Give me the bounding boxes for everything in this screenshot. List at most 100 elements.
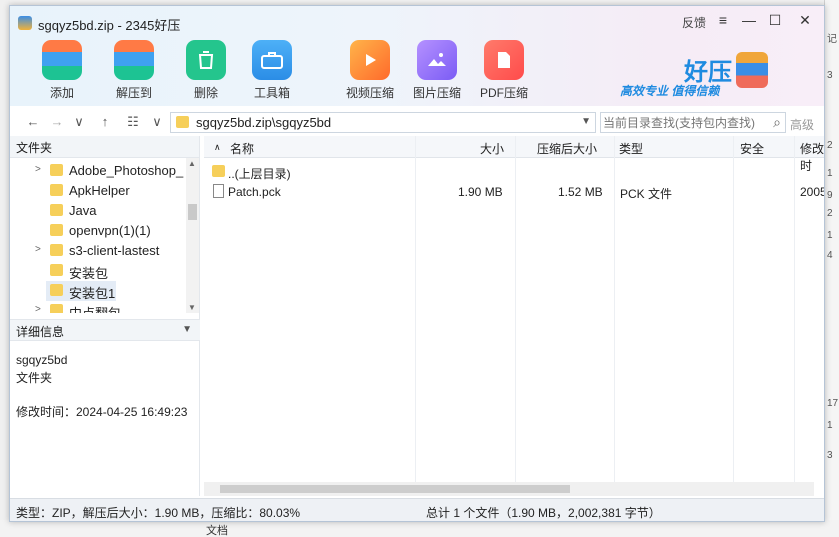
- scrollbar-thumb[interactable]: [188, 204, 197, 220]
- file-name: ..(上层目录): [228, 167, 291, 181]
- file-list: ∧ 名称 大小 压缩后大小 类型 安全 修改时 ..(上层目录) Patch.p…: [204, 136, 824, 496]
- chevron-down-icon[interactable]: ▼: [182, 324, 192, 335]
- column-type[interactable]: 类型: [619, 140, 643, 157]
- pdf-compress-button[interactable]: PDF压缩: [474, 40, 534, 101]
- background-text: 2: [827, 140, 833, 151]
- search-input[interactable]: [603, 115, 763, 130]
- video-compress-button[interactable]: 视频压缩: [340, 40, 400, 101]
- delete-button[interactable]: 删除: [176, 40, 236, 101]
- background-text: 记: [827, 34, 837, 45]
- add-button[interactable]: 添加: [32, 40, 92, 101]
- close-button[interactable]: ✕: [794, 12, 816, 29]
- path-field[interactable]: sgqyz5bd.zip\sgqyz5bd ▼: [170, 112, 596, 133]
- brand-slogan: 高效专业 值得信赖: [620, 84, 720, 98]
- forward-arrow-icon[interactable]: →: [48, 113, 66, 131]
- advanced-search-button[interactable]: 高级: [790, 116, 814, 133]
- detail-modified: 修改时间：2024-04-25 16:49:23: [16, 405, 188, 419]
- chevron-right-icon[interactable]: >: [35, 244, 41, 255]
- archive-window: sgqyz5bd.zip - 2345好压 反馈 ≡ — ☐ ✕ 添加 解压到 …: [9, 5, 825, 522]
- tree-scrollbar[interactable]: ▲ ▼: [186, 158, 199, 313]
- status-bar: 类型：ZIP，解压后大小：1.90 MB，压缩比：80.03% 总计 1 个文件…: [10, 498, 824, 521]
- detail-type: 文件夹: [16, 371, 53, 385]
- background-text: 3: [827, 450, 833, 461]
- tree-item-label: Java: [69, 203, 97, 218]
- extract-button[interactable]: 解压到: [104, 40, 164, 101]
- background-right-strip: 记 3 2 1 9 2 1 4 17 1 3: [824, 0, 839, 537]
- tree-item[interactable]: > s3-client-lastest: [10, 241, 182, 261]
- background-text: 4: [827, 250, 833, 261]
- tree-item-label: 安装包: [69, 266, 109, 281]
- folder-icon: [50, 264, 63, 276]
- file-packed-size: 1.52 MB: [558, 185, 603, 199]
- tree-item[interactable]: Java: [10, 201, 182, 221]
- column-name[interactable]: 名称: [230, 140, 254, 157]
- folder-icon: [50, 224, 63, 236]
- app-logo-icon: [18, 16, 32, 30]
- background-text: 3: [827, 70, 833, 81]
- folder-tree: > Adobe_Photoshop_ ApkHelper Java openvp…: [10, 158, 199, 313]
- scroll-up-icon[interactable]: ▲: [188, 159, 196, 168]
- add-archive-icon: [42, 40, 82, 80]
- folder-icon: [50, 204, 63, 216]
- search-field[interactable]: ⌕: [600, 112, 786, 133]
- search-icon[interactable]: ⌕: [773, 114, 781, 131]
- background-text: 1: [827, 420, 833, 431]
- background-text: 9: [827, 190, 833, 201]
- pdf-compress-label: PDF压缩: [479, 86, 528, 100]
- image-icon: [417, 40, 457, 80]
- menu-icon[interactable]: ≡: [712, 12, 734, 28]
- window-title: sgqyz5bd.zip - 2345好压: [38, 18, 181, 33]
- detail-body: sgqyz5bd 文件夹 修改时间：2024-04-25 16:49:23: [16, 351, 187, 421]
- file-size: 1.90 MB: [458, 185, 503, 199]
- column-security[interactable]: 安全: [740, 140, 764, 157]
- toolbox-icon: [252, 40, 292, 80]
- scrollbar-thumb[interactable]: [220, 485, 570, 493]
- tree-item-label: 中点翻包: [69, 303, 121, 313]
- view-dropdown-icon[interactable]: ∨: [148, 113, 166, 131]
- folder-icon: [50, 244, 63, 256]
- image-compress-button[interactable]: 图片压缩: [407, 40, 467, 101]
- background-text: 1: [827, 168, 833, 179]
- detail-name: sgqyz5bd: [16, 353, 68, 367]
- tree-item-label: openvpn(1)(1): [69, 223, 151, 238]
- file-row[interactable]: ..(上层目录): [204, 162, 824, 182]
- view-mode-icon[interactable]: ☷: [124, 113, 142, 131]
- tree-item[interactable]: 安装包: [10, 261, 182, 281]
- delete-label: 删除: [193, 86, 218, 100]
- sort-ascending-icon: ∧: [214, 142, 221, 152]
- tree-item-label: s3-client-lastest: [69, 243, 160, 258]
- tree-item-label: Adobe_Photoshop_: [69, 163, 184, 178]
- tree-item[interactable]: > 中点翻包: [10, 301, 182, 313]
- extract-label: 解压到: [115, 86, 152, 100]
- tree-item[interactable]: openvpn(1)(1): [10, 221, 182, 241]
- back-arrow-icon[interactable]: ←: [24, 113, 42, 131]
- folders-header: 文件夹: [10, 136, 199, 158]
- file-row[interactable]: Patch.pck 1.90 MB 1.52 MB PCK 文件 2005-: [204, 182, 824, 202]
- titlebar: sgqyz5bd.zip - 2345好压 反馈 ≡ — ☐ ✕ 添加 解压到 …: [10, 6, 824, 106]
- folder-icon: [50, 184, 63, 196]
- path-dropdown-icon[interactable]: ▼: [581, 116, 591, 127]
- tree-item-selected[interactable]: 安装包1: [46, 281, 116, 301]
- detail-header[interactable]: 详细信息 ▼: [10, 319, 200, 341]
- column-packed-size[interactable]: 压缩后大小: [537, 140, 597, 157]
- chevron-right-icon[interactable]: >: [35, 304, 41, 313]
- tree-item[interactable]: ApkHelper: [10, 181, 182, 201]
- horizontal-scrollbar[interactable]: [204, 482, 814, 496]
- tree-item[interactable]: > Adobe_Photoshop_: [10, 161, 184, 181]
- scroll-down-icon[interactable]: ▼: [188, 303, 196, 312]
- extract-icon: [114, 40, 154, 80]
- maximize-button[interactable]: ☐: [764, 12, 786, 29]
- up-arrow-icon[interactable]: ↑: [96, 113, 114, 131]
- add-label: 添加: [49, 86, 74, 100]
- feedback-link[interactable]: 反馈: [682, 14, 706, 31]
- brand-logo-icon: [736, 52, 768, 88]
- chevron-right-icon[interactable]: >: [35, 164, 41, 175]
- file-type: PCK 文件: [620, 187, 673, 201]
- toolbox-button[interactable]: 工具箱: [242, 40, 302, 101]
- column-size[interactable]: 大小: [480, 140, 504, 157]
- address-bar: ← → ∨ ↑ ☷ ∨ sgqyz5bd.zip\sgqyz5bd ▼ ⌕ 高级: [10, 110, 824, 134]
- minimize-button[interactable]: —: [738, 12, 760, 28]
- video-icon: [350, 40, 390, 80]
- tree-item-label: ApkHelper: [69, 183, 130, 198]
- history-dropdown-icon[interactable]: ∨: [70, 113, 88, 131]
